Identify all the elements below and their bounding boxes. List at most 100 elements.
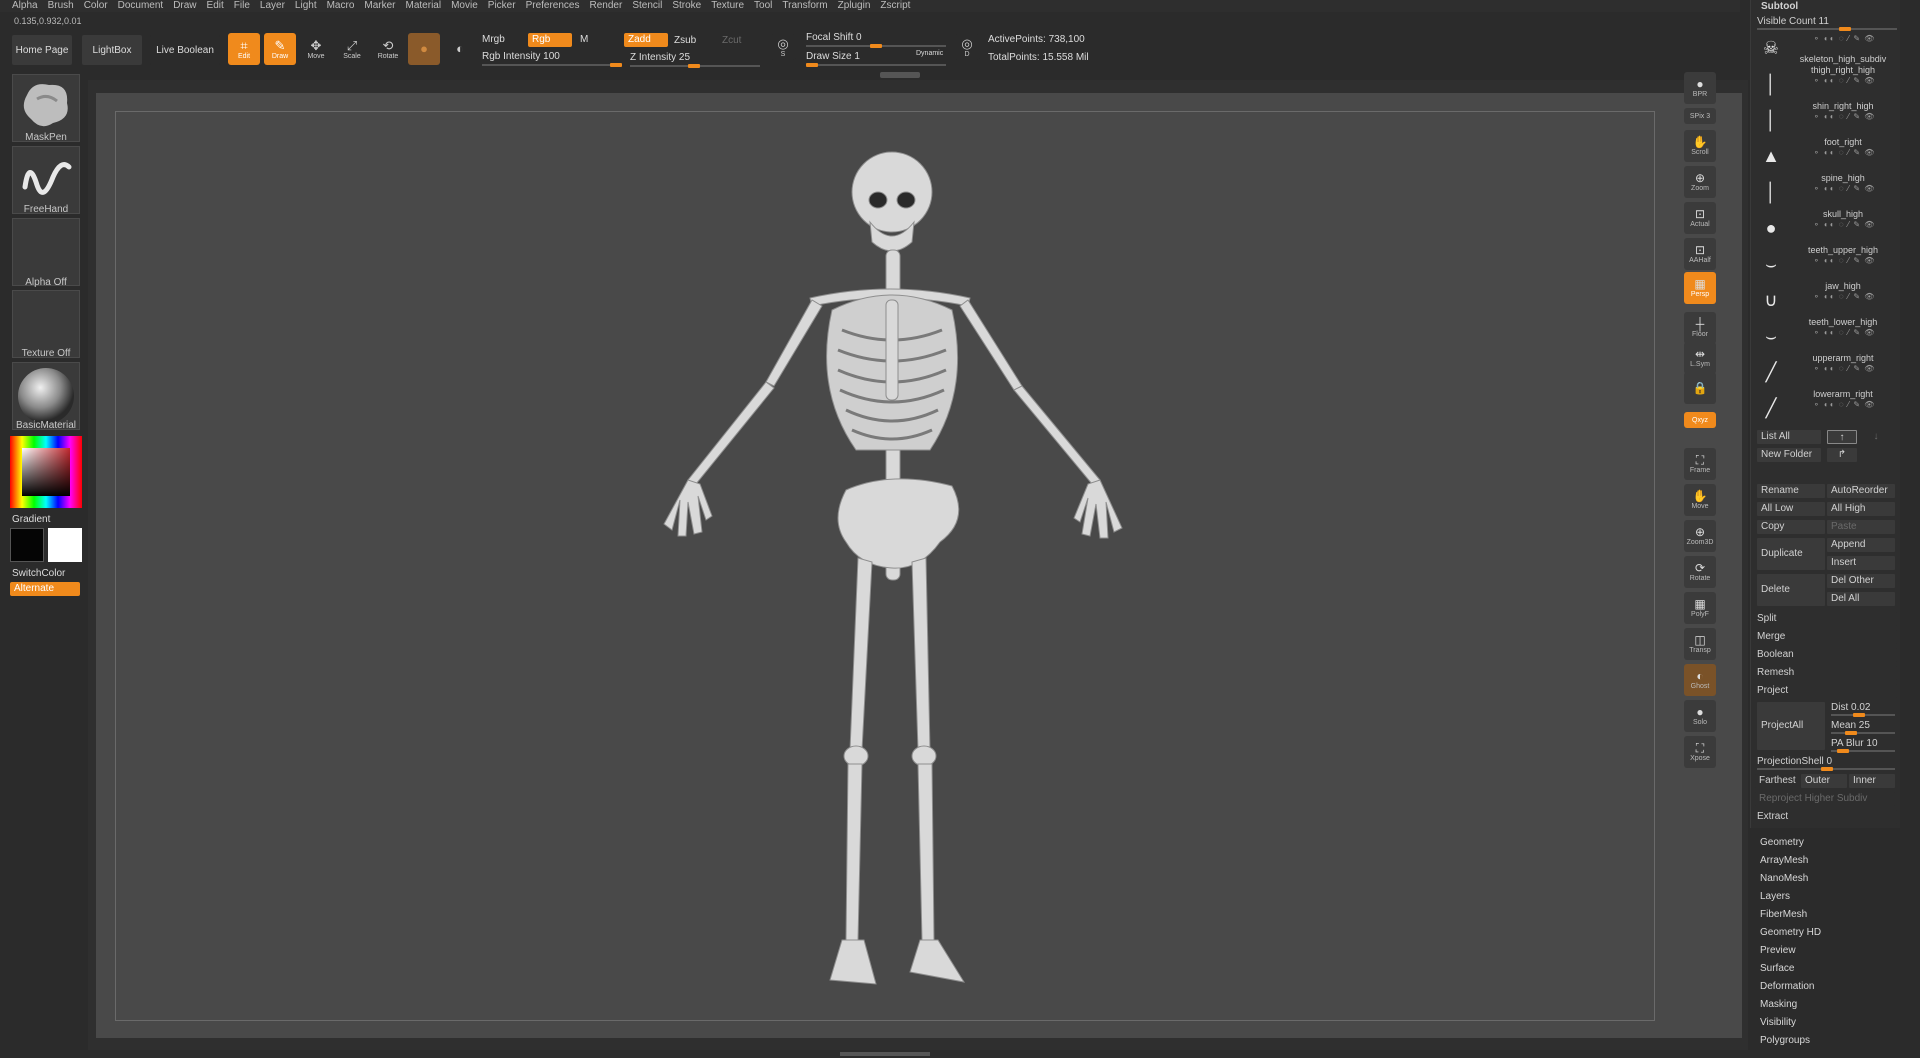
menu-material[interactable]: Material — [406, 0, 442, 12]
mean-knob[interactable] — [1845, 731, 1857, 735]
live-boolean-button[interactable]: Live Boolean — [150, 35, 220, 65]
draw-size-knob[interactable] — [806, 63, 818, 67]
menu-document[interactable]: Document — [118, 0, 164, 12]
section-polygroups[interactable]: Polygroups — [1750, 1032, 1900, 1050]
m-toggle[interactable]: M — [580, 34, 588, 45]
subtool-item[interactable]: │ ⚬ ◐◐ ◌ ⁄ ✎ 👁 spine_high — [1751, 173, 1901, 210]
menu-color[interactable]: Color — [84, 0, 108, 12]
subtool-visibility-controls[interactable]: ⚬ ◐◐ ◌ ⁄ ✎ 👁 — [1813, 364, 1875, 373]
subtool-item[interactable]: ⌣ ⚬ ◐◐ ◌ ⁄ ✎ 👁 teeth_upper_high — [1751, 245, 1901, 282]
menu-zscript[interactable]: Zscript — [880, 0, 910, 12]
section-visibility[interactable]: Visibility — [1750, 1014, 1900, 1032]
menu-brush[interactable]: Brush — [48, 0, 74, 12]
rotate-button[interactable]: ⟳ Rotate — [1684, 556, 1716, 588]
zoom3d-button[interactable]: ⊕ Zoom3D — [1684, 520, 1716, 552]
del-other-button[interactable]: Del Other — [1827, 574, 1895, 588]
top-shelf-handle[interactable] — [880, 72, 920, 78]
solo-button[interactable]: ● Solo — [1684, 700, 1716, 732]
move-up-button[interactable]: ↑ — [1827, 430, 1857, 444]
menu-picker[interactable]: Picker — [488, 0, 516, 12]
zadd-toggle[interactable]: Zadd — [624, 33, 668, 47]
menu-file[interactable]: File — [234, 0, 250, 12]
rgb-toggle[interactable]: Rgb — [528, 33, 572, 47]
farthest-button[interactable]: Farthest — [1755, 774, 1801, 788]
menu-stroke[interactable]: Stroke — [672, 0, 701, 12]
pablur-knob[interactable] — [1837, 749, 1849, 753]
remesh-section[interactable]: Remesh — [1753, 666, 1897, 680]
aahalf-button[interactable]: ⊡ AAHalf — [1684, 238, 1716, 270]
section-masking[interactable]: Masking — [1750, 996, 1900, 1014]
new-folder-button[interactable]: New Folder — [1757, 448, 1821, 462]
subtool-visibility-controls[interactable]: ⚬ ◐◐ ◌ ⁄ ✎ 👁 — [1813, 34, 1875, 43]
scroll-button[interactable]: ✋ Scroll — [1684, 130, 1716, 162]
menu-macro[interactable]: Macro — [327, 0, 355, 12]
duplicate-button[interactable]: Duplicate — [1757, 538, 1825, 570]
menu-edit[interactable]: Edit — [207, 0, 224, 12]
menu-render[interactable]: Render — [590, 0, 623, 12]
d-button[interactable]: ◎ D — [954, 34, 980, 60]
del-all-button[interactable]: Del All — [1827, 592, 1895, 606]
zcut-toggle[interactable]: Zcut — [722, 35, 741, 46]
inner-button[interactable]: Inner — [1849, 774, 1895, 788]
skeleton-model[interactable] — [560, 150, 1180, 990]
subtool-visibility-controls[interactable]: ⚬ ◐◐ ◌ ⁄ ✎ 👁 — [1813, 256, 1875, 265]
floor-button[interactable]: ┼ Floor — [1684, 312, 1716, 344]
autoreorder-button[interactable]: AutoReorder — [1827, 484, 1895, 498]
subtool-item[interactable]: ∪ ⚬ ◐◐ ◌ ⁄ ✎ 👁 jaw_high — [1751, 281, 1901, 318]
gradient-label[interactable]: Gradient — [12, 514, 50, 525]
rotate-button[interactable]: ⟲ Rotate — [372, 33, 404, 65]
transp-button[interactable]: ◫ Transp — [1684, 628, 1716, 660]
bottom-shelf-handle[interactable] — [840, 1052, 930, 1056]
draw-size-slider[interactable] — [806, 63, 946, 67]
lsym-button[interactable]: ⇹ L.Sym — [1684, 342, 1716, 374]
section-nanomesh[interactable]: NanoMesh — [1750, 870, 1900, 888]
focal-shift-knob[interactable] — [870, 44, 882, 48]
section-geometry-hd[interactable]: Geometry HD — [1750, 924, 1900, 942]
folder-action-button[interactable]: ↱ — [1827, 448, 1857, 462]
section-layers[interactable]: Layers — [1750, 888, 1900, 906]
lock-button[interactable]: 🔒 — [1684, 372, 1716, 404]
bpr-button[interactable]: ● BPR — [1684, 72, 1716, 104]
alpha-selector[interactable] — [12, 218, 80, 286]
section-arraymesh[interactable]: ArrayMesh — [1750, 852, 1900, 870]
subtool-item[interactable]: ☠ ⚬ ◐◐ ◌ ⁄ ✎ 👁 skeleton_high_subdiv — [1751, 30, 1901, 66]
menu-tool[interactable]: Tool — [754, 0, 772, 12]
material-swatch-button[interactable]: ● — [408, 33, 440, 65]
extract-section[interactable]: Extract — [1753, 810, 1897, 824]
xyz-button[interactable]: Qxyz — [1684, 412, 1716, 428]
subtool-item[interactable]: ● ⚬ ◐◐ ◌ ⁄ ✎ 👁 skull_high — [1751, 209, 1901, 246]
subtool-item[interactable]: ⌣ ⚬ ◐◐ ◌ ⁄ ✎ 👁 teeth_lower_high — [1751, 317, 1901, 354]
dynamic-toggle[interactable]: Dynamic — [916, 50, 943, 57]
draw-button[interactable]: ✎ Draw — [264, 33, 296, 65]
menu-light[interactable]: Light — [295, 0, 317, 12]
menu-preferences[interactable]: Preferences — [526, 0, 580, 12]
subtool-visibility-controls[interactable]: ⚬ ◐◐ ◌ ⁄ ✎ 👁 — [1813, 400, 1875, 409]
boolean-section[interactable]: Boolean — [1753, 648, 1897, 662]
frame-button[interactable]: ⛶ Frame — [1684, 448, 1716, 480]
section-fibermesh[interactable]: FiberMesh — [1750, 906, 1900, 924]
subtool-visibility-controls[interactable]: ⚬ ◐◐ ◌ ⁄ ✎ 👁 — [1813, 112, 1875, 121]
reproject-higher-subdiv-button[interactable]: Reproject Higher Subdiv — [1755, 792, 1895, 806]
focal-shift-slider[interactable] — [806, 44, 946, 48]
lightbox-button[interactable]: LightBox — [82, 35, 142, 65]
section-geometry[interactable]: Geometry — [1750, 834, 1900, 852]
pablur-slider[interactable] — [1831, 749, 1895, 753]
subtool-item[interactable]: │ ⚬ ◐◐ ◌ ⁄ ✎ 👁 shin_right_high — [1751, 101, 1901, 138]
zoom-button[interactable]: ⊕ Zoom — [1684, 166, 1716, 198]
menu-stencil[interactable]: Stencil — [632, 0, 662, 12]
subtool-item[interactable]: │ ⚬ ◐◐ ◌ ⁄ ✎ 👁 thigh_right_high — [1751, 65, 1901, 102]
move-button[interactable]: ✋ Move — [1684, 484, 1716, 516]
color-swatch-button[interactable]: ◐ — [444, 33, 476, 65]
xpose-button[interactable]: ⛶ Xpose — [1684, 736, 1716, 768]
subtool-item[interactable]: ╱ ⚬ ◐◐ ◌ ⁄ ✎ 👁 lowerarm_right — [1751, 389, 1901, 426]
subtool-title[interactable]: Subtool — [1761, 1, 1798, 12]
append-button[interactable]: Append — [1827, 538, 1895, 552]
section-surface[interactable]: Surface — [1750, 960, 1900, 978]
subtool-visibility-controls[interactable]: ⚬ ◐◐ ◌ ⁄ ✎ 👁 — [1813, 184, 1875, 193]
scale-button[interactable]: ⤢ Scale — [336, 33, 368, 65]
secondary-color-swatch[interactable] — [48, 528, 82, 562]
delete-button[interactable]: Delete — [1757, 574, 1825, 606]
actual-button[interactable]: ⊡ Actual — [1684, 202, 1716, 234]
menu-marker[interactable]: Marker — [364, 0, 395, 12]
menu-texture[interactable]: Texture — [711, 0, 744, 12]
